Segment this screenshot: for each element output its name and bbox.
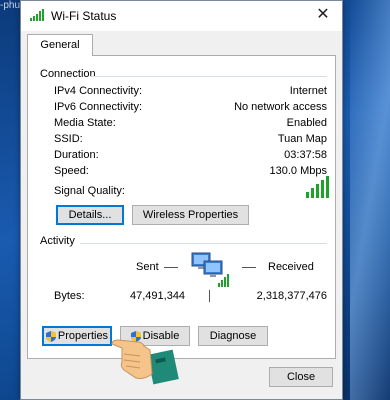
bytes-label: Bytes:: [54, 290, 85, 302]
network-computers-icon: [191, 252, 229, 287]
activity-heading: Activity: [40, 235, 75, 247]
signal-quality-label: Signal Quality:: [54, 185, 125, 197]
activity-divider: [80, 243, 327, 244]
properties-button[interactable]: Properties: [42, 326, 112, 346]
bytes-received-value: 2,318,377,476: [256, 290, 327, 302]
connection-divider: [90, 76, 327, 77]
wifi-signal-icon: [30, 9, 44, 21]
pointing-hand-icon: [111, 339, 179, 385]
close-button[interactable]: Close: [269, 367, 333, 387]
ssid-value: Tuan Map: [277, 133, 327, 145]
ipv4-value: Internet: [289, 85, 327, 97]
received-line: [242, 267, 256, 268]
bytes-separator: [209, 290, 210, 302]
details-button[interactable]: Details...: [56, 205, 124, 225]
desktop-wallpaper-light: [350, 0, 390, 400]
duration-label: Duration:: [54, 149, 99, 161]
diagnose-button[interactable]: Diagnose: [198, 326, 268, 346]
connection-heading: Connection: [40, 68, 96, 80]
title-bar[interactable]: Wi-Fi Status ✕: [21, 1, 342, 31]
duration-value: 03:37:58: [284, 149, 327, 161]
sent-line: [164, 267, 178, 268]
media-state-value: Enabled: [286, 117, 327, 129]
ipv4-label: IPv4 Connectivity:: [54, 85, 143, 97]
signal-strength-icon: [306, 176, 330, 198]
bytes-sent-value: 47,491,344: [130, 290, 186, 302]
general-panel: Connection IPv4 Connectivity: Internet I…: [27, 55, 336, 359]
sent-label: Sent: [136, 261, 159, 273]
ipv6-value: No network access: [234, 101, 327, 113]
uac-shield-icon: [45, 330, 56, 342]
wifi-status-dialog: Wi-Fi Status ✕ General Connection IPv4 C…: [20, 0, 343, 400]
window-title: Wi-Fi Status: [51, 9, 117, 23]
ssid-label: SSID:: [54, 133, 83, 145]
received-label: Received: [268, 261, 314, 273]
media-state-label: Media State:: [54, 117, 116, 129]
wireless-properties-button[interactable]: Wireless Properties: [132, 205, 249, 225]
desktop-text: -phu: [0, 0, 21, 11]
ipv6-label: IPv6 Connectivity:: [54, 101, 143, 113]
close-icon[interactable]: ✕: [312, 5, 334, 25]
tab-general[interactable]: General: [27, 34, 93, 56]
properties-label: Properties: [57, 330, 109, 342]
speed-label: Speed:: [54, 165, 89, 177]
